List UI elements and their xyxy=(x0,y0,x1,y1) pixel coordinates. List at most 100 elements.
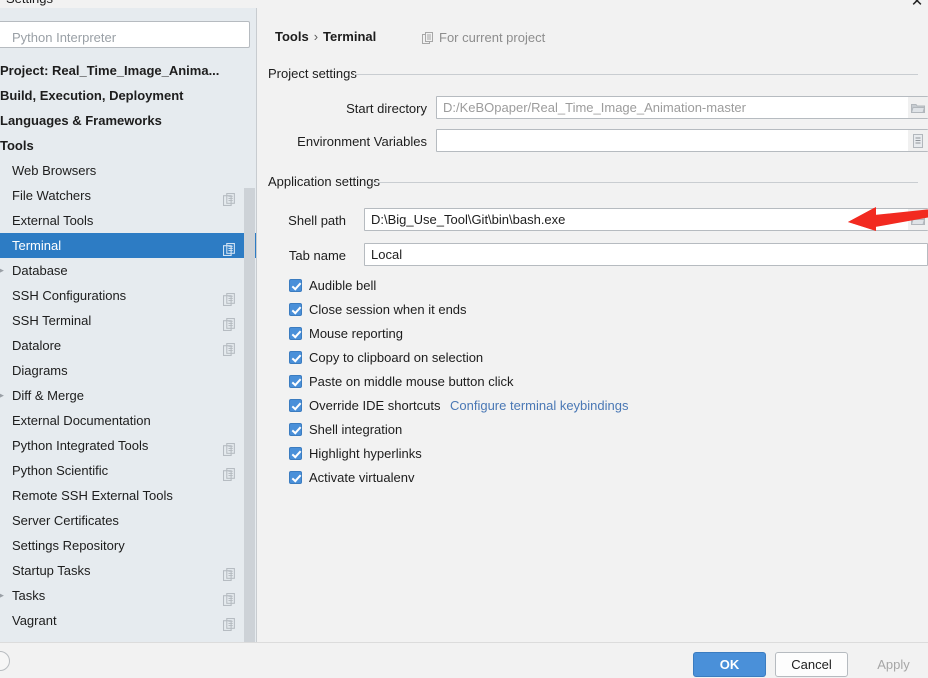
checkbox-checked-icon[interactable] xyxy=(289,471,302,484)
sidebar-item-external-tools[interactable]: External Tools xyxy=(0,208,256,233)
sidebar-item-label: Settings Repository xyxy=(12,538,125,553)
window-titlebar: Settings ✕ xyxy=(0,0,928,8)
shell-path-value: D:\Big_Use_Tool\Git\bin\bash.exe xyxy=(371,212,566,227)
checkbox-label: Paste on middle mouse button click xyxy=(309,374,514,389)
sidebar-item-label: Datalore xyxy=(12,338,62,353)
environment-variables-list-icon[interactable] xyxy=(908,130,928,151)
sidebar-item-label: Diagrams xyxy=(12,363,68,378)
checkbox-checked-icon[interactable] xyxy=(289,447,302,460)
checkbox-checked-icon[interactable] xyxy=(289,375,302,388)
checkbox-row-override-ide-shortcuts[interactable]: Override IDE shortcuts Configure terminal… xyxy=(289,398,628,422)
environment-variables-input[interactable] xyxy=(436,129,928,152)
checkbox-checked-icon[interactable] xyxy=(289,303,302,316)
sidebar-item-languages-frameworks[interactable]: Languages & Frameworks xyxy=(0,108,256,133)
sidebar-item-remote-ssh-external-tools[interactable]: Remote SSH External Tools xyxy=(0,483,256,508)
copy-icon xyxy=(223,189,236,206)
application-settings-title: Application settings xyxy=(268,174,381,189)
sidebar-item-label: External Documentation xyxy=(12,413,151,428)
ok-button[interactable]: OK xyxy=(693,652,766,677)
sidebar-item-label: Diff & Merge xyxy=(12,388,85,403)
checkbox-label: Shell integration xyxy=(309,422,403,437)
sidebar-item-ssh-configurations[interactable]: SSH Configurations xyxy=(0,283,256,308)
checkbox-row-activate-virtualenv[interactable]: Activate virtualenv xyxy=(289,470,415,494)
copy-icon xyxy=(223,314,236,331)
tab-name-label: Tab name xyxy=(288,248,346,263)
sidebar-scrollbar-thumb[interactable] xyxy=(244,188,255,642)
close-icon[interactable]: ✕ xyxy=(908,0,926,8)
sidebar-item-tools[interactable]: Tools xyxy=(0,133,256,158)
sidebar-item-label: Tools xyxy=(0,138,34,153)
configure-terminal-keybindings-link[interactable]: Configure terminal keybindings xyxy=(450,398,628,413)
checkbox-checked-icon[interactable] xyxy=(289,327,302,340)
sidebar-item-label: SSH Configurations xyxy=(12,288,127,303)
dialog-footer: OK Cancel Apply xyxy=(0,642,928,678)
start-directory-label: Start directory xyxy=(346,101,427,116)
settings-tree[interactable]: Project: Real_Time_Image_Anima... Build, … xyxy=(0,58,256,642)
sidebar-item-web-browsers[interactable]: Web Browsers xyxy=(0,158,256,183)
checkbox-row-audible-bell[interactable]: Audible bell xyxy=(289,278,376,302)
sidebar-item-startup-tasks[interactable]: Startup Tasks xyxy=(0,558,256,583)
tab-name-input[interactable]: Local xyxy=(364,243,928,266)
sidebar-item-database[interactable]: ▶ Database xyxy=(0,258,256,283)
copy-icon xyxy=(223,564,236,581)
checkbox-checked-icon[interactable] xyxy=(289,423,302,436)
sidebar-item-settings-repository[interactable]: Settings Repository xyxy=(0,533,256,558)
checkbox-row-paste-on-middle-mouse-button-click[interactable]: Paste on middle mouse button click xyxy=(289,374,514,398)
sidebar-item-external-documentation[interactable]: External Documentation xyxy=(0,408,256,433)
checkbox-row-close-session-when-it-ends[interactable]: Close session when it ends xyxy=(289,302,467,326)
chevron-right-icon[interactable]: ▶ xyxy=(0,383,7,408)
sidebar-item-label: Python Integrated Tools xyxy=(12,438,149,453)
sidebar-item-datalore[interactable]: Datalore xyxy=(0,333,256,358)
copy-icon xyxy=(223,464,236,481)
sidebar-item-server-certificates[interactable]: Server Certificates xyxy=(0,508,256,533)
copy-icon xyxy=(422,32,434,47)
chevron-right-icon[interactable]: ▶ xyxy=(0,258,7,283)
checkbox-label: Audible bell xyxy=(309,278,377,293)
sidebar-item-python-scientific[interactable]: Python Scientific xyxy=(0,458,256,483)
help-circle-icon[interactable] xyxy=(0,651,10,671)
sidebar-item-tasks[interactable]: ▶ Tasks xyxy=(0,583,256,608)
sidebar-item-diagrams[interactable]: Diagrams xyxy=(0,358,256,383)
copy-icon xyxy=(223,339,236,356)
apply-button: Apply xyxy=(857,652,928,677)
start-directory-folder-icon[interactable] xyxy=(908,97,928,118)
scope-note-label: For current project xyxy=(439,30,546,45)
copy-icon xyxy=(223,439,236,456)
shell-path-folder-icon[interactable] xyxy=(908,209,928,230)
project-settings-title: Project settings xyxy=(268,66,357,81)
sidebar-item-diff-merge[interactable]: ▶ Diff & Merge xyxy=(0,383,256,408)
tree-ghost-item: Python Interpreter xyxy=(12,30,117,45)
checkbox-row-mouse-reporting[interactable]: Mouse reporting xyxy=(289,326,403,350)
sidebar-item-ssh-terminal[interactable]: SSH Terminal xyxy=(0,308,256,333)
cancel-button[interactable]: Cancel xyxy=(775,652,848,677)
sidebar-item-label: Terminal xyxy=(12,238,62,253)
checkbox-row-copy-to-clipboard-on-selection[interactable]: Copy to clipboard on selection xyxy=(289,350,483,374)
copy-icon xyxy=(223,589,236,606)
checkbox-label: Mouse reporting xyxy=(309,326,403,341)
chevron-right-icon[interactable]: ▶ xyxy=(0,583,7,608)
copy-icon xyxy=(223,239,236,256)
sidebar-item-terminal[interactable]: Terminal xyxy=(0,233,256,258)
project-settings-divider xyxy=(354,74,918,75)
sidebar-item-file-watchers[interactable]: File Watchers xyxy=(0,183,256,208)
shell-path-input[interactable]: D:\Big_Use_Tool\Git\bin\bash.exe xyxy=(364,208,928,231)
copy-icon xyxy=(223,614,236,631)
sidebar-item-project-real-time-image-anima[interactable]: Project: Real_Time_Image_Anima... xyxy=(0,58,256,83)
checkbox-checked-icon[interactable] xyxy=(289,279,302,292)
breadcrumb-root[interactable]: Tools xyxy=(275,29,309,44)
sidebar-item-vagrant[interactable]: Vagrant xyxy=(0,608,256,633)
sidebar-item-label: Database xyxy=(12,263,68,278)
sidebar-item-label: Project: Real_Time_Image_Anima... xyxy=(0,63,220,78)
sidebar-scrollbar-track[interactable] xyxy=(244,58,256,642)
start-directory-value: D:/KeBOpaper/Real_Time_Image_Animation-m… xyxy=(443,100,746,115)
checkbox-checked-icon[interactable] xyxy=(289,351,302,364)
sidebar-item-label: Vagrant xyxy=(12,613,57,628)
checkbox-row-shell-integration[interactable]: Shell integration xyxy=(289,422,402,446)
settings-sidebar: Project: Real_Time_Image_Anima... Build, … xyxy=(0,8,257,642)
application-settings-divider xyxy=(373,182,918,183)
start-directory-input[interactable]: D:/KeBOpaper/Real_Time_Image_Animation-m… xyxy=(436,96,928,119)
sidebar-item-build-execution-deployment[interactable]: Build, Execution, Deployment xyxy=(0,83,256,108)
sidebar-item-python-integrated-tools[interactable]: Python Integrated Tools xyxy=(0,433,256,458)
checkbox-row-highlight-hyperlinks[interactable]: Highlight hyperlinks xyxy=(289,446,422,470)
checkbox-checked-icon[interactable] xyxy=(289,399,302,412)
